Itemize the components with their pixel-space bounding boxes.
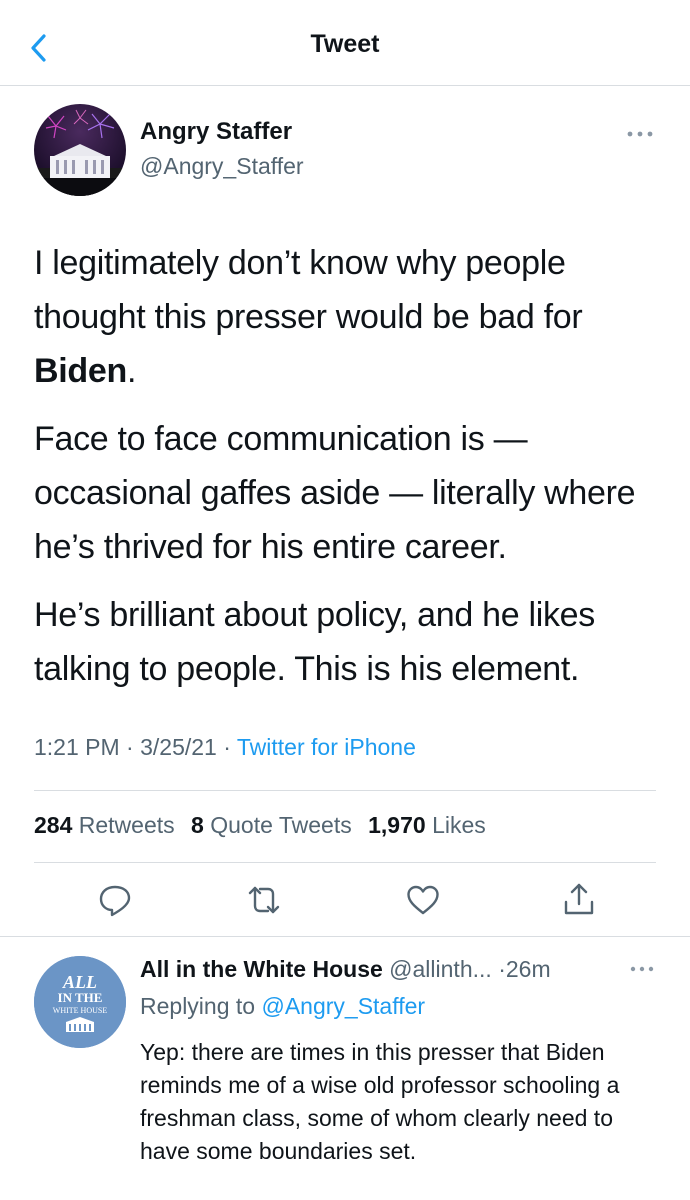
retweet-icon[interactable] <box>246 882 282 918</box>
more-icon[interactable] <box>628 960 656 978</box>
retweets-stat[interactable]: 284 Retweets <box>34 812 175 838</box>
logo-text-all: ALL <box>62 972 97 992</box>
replying-to-mention[interactable]: @Angry_Staffer <box>261 993 425 1019</box>
tweet-stats: 284 Retweets 8 Quote Tweets 1,970 Likes <box>34 812 496 839</box>
page-title: Tweet <box>310 30 380 58</box>
reply-author-name[interactable]: All in the White House <box>140 956 383 982</box>
tweet-text: I legitimately don’t know why people tho… <box>34 236 664 710</box>
author-avatar[interactable] <box>34 104 126 196</box>
replying-to-line: Replying to @Angry_Staffer <box>140 993 425 1020</box>
author-handle[interactable]: @Angry_Staffer <box>140 153 304 180</box>
tweet-date: 3/25/21 <box>140 734 217 760</box>
retweets-label: Retweets <box>78 812 175 838</box>
tweet-paragraph-1-text: I legitimately don’t know why people tho… <box>34 244 583 336</box>
likes-label: Likes <box>432 812 486 838</box>
hashtag-biden[interactable]: Biden <box>34 352 127 390</box>
top-nav-bar: Tweet <box>0 0 690 86</box>
tweet-paragraph-3: He’s brilliant about policy, and he like… <box>34 596 595 688</box>
meta-separator: · <box>126 734 134 760</box>
author-name[interactable]: Angry Staffer <box>140 118 292 146</box>
reply-header: All in the White House @allinth... ·26m <box>140 956 551 983</box>
all-in-the-white-house-logo: ALL IN THE WHITE HOUSE <box>34 956 126 1048</box>
divider <box>0 936 690 937</box>
reply-text: Yep: there are times in this presser tha… <box>140 1039 620 1164</box>
likes-stat[interactable]: 1,970 Likes <box>368 812 486 838</box>
likes-count: 1,970 <box>368 812 426 838</box>
quote-tweets-label: Quote Tweets <box>210 812 352 838</box>
tweet-time: 1:21 PM <box>34 734 120 760</box>
replying-to-label: Replying to <box>140 993 256 1019</box>
quote-tweets-count: 8 <box>191 812 204 838</box>
more-icon[interactable] <box>624 124 656 144</box>
like-icon[interactable] <box>405 882 441 918</box>
quote-tweets-stat[interactable]: 8 Quote Tweets <box>191 812 352 838</box>
tweet-paragraph-1-end: . <box>126 352 137 390</box>
tweet-source-link[interactable]: Twitter for iPhone <box>237 734 416 760</box>
divider <box>34 862 656 863</box>
logo-text-white-house: WHITE HOUSE <box>53 1006 108 1015</box>
meta-separator: · <box>498 956 506 982</box>
reply-icon[interactable] <box>97 882 133 918</box>
logo-text-in-the: IN THE <box>58 990 103 1005</box>
reply-author-avatar[interactable]: ALL IN THE WHITE HOUSE <box>34 956 126 1048</box>
tweet-meta: 1:21 PM · 3/25/21 · Twitter for iPhone <box>34 734 416 761</box>
meta-separator: · <box>223 734 231 760</box>
tweet-paragraph-1: I legitimately don’t know why people tho… <box>34 236 664 398</box>
share-icon[interactable] <box>561 882 597 918</box>
white-house-fireworks-image <box>34 104 126 196</box>
tweet-paragraph-2: Face to face communication is — occasion… <box>34 420 636 566</box>
retweets-count: 284 <box>34 812 73 838</box>
reply-author-handle[interactable]: @allinth... <box>389 956 492 982</box>
divider <box>34 790 656 791</box>
reply-time: 26m <box>505 956 551 982</box>
